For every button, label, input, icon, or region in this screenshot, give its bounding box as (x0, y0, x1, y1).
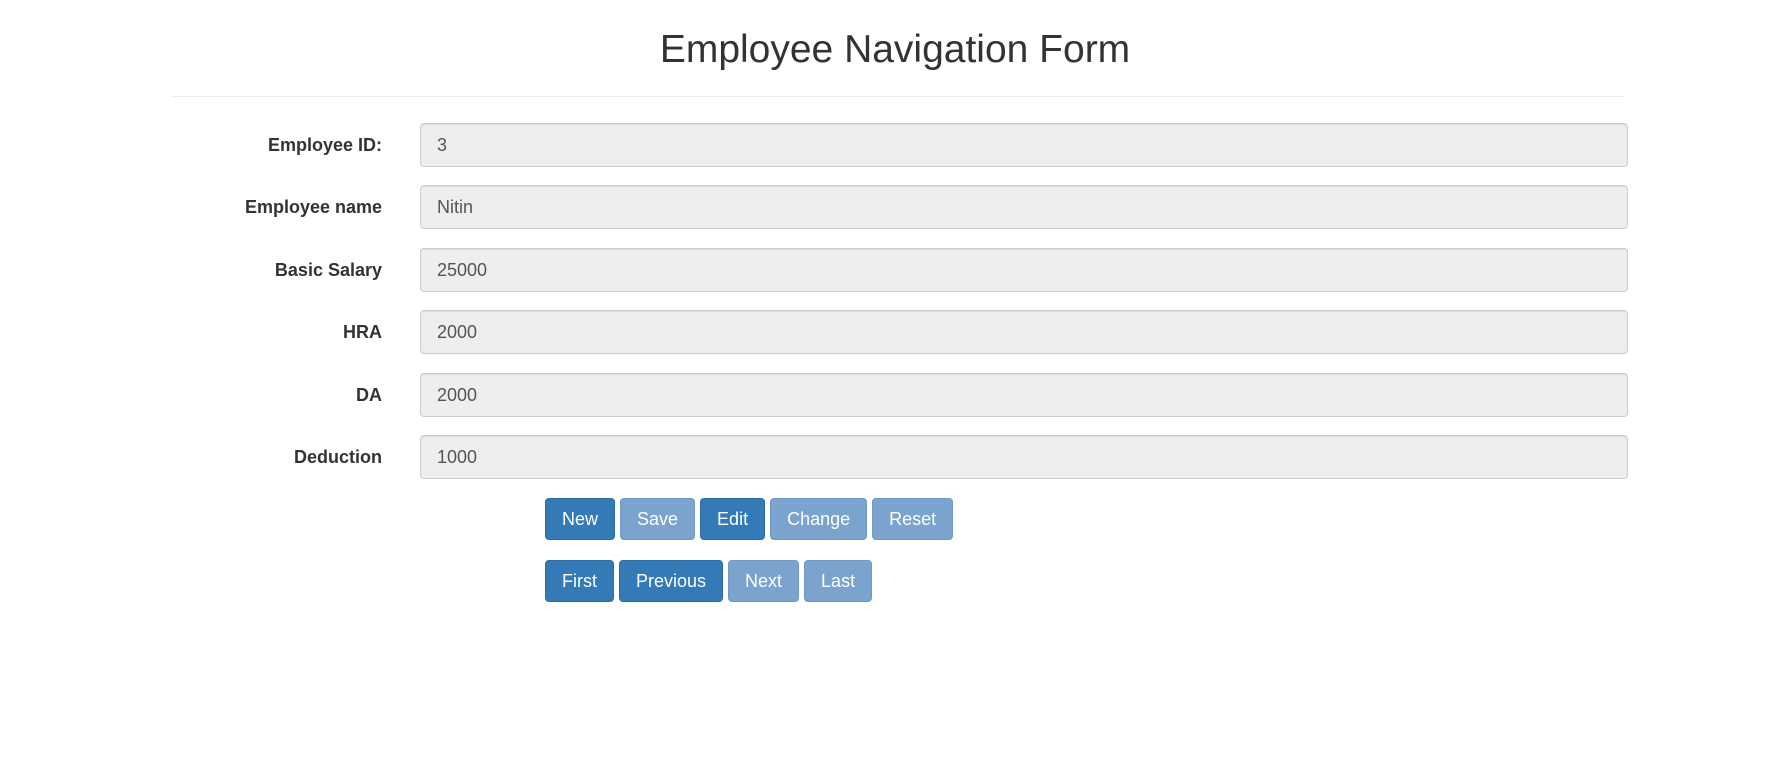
deduction-row: Deduction (0, 435, 1790, 479)
hra-label: HRA (343, 322, 382, 342)
save-button[interactable]: Save (620, 498, 696, 540)
page-title: Employee Navigation Form (659, 28, 1131, 71)
employee-id-label: Employee ID: (267, 135, 382, 155)
last-button[interactable]: Last (804, 560, 873, 602)
da-field[interactable] (420, 373, 1628, 417)
employee-id-field[interactable] (420, 123, 1628, 167)
basic-salary-label: Basic Salary (274, 260, 382, 280)
deduction-label: Deduction (294, 447, 382, 467)
page: Employee Navigation Form Employee ID: Em… (0, 0, 1790, 782)
hra-row: HRA (0, 310, 1790, 354)
title-divider (172, 96, 1624, 97)
employee-name-label: Employee name (244, 197, 382, 217)
da-row: DA (0, 373, 1790, 417)
da-label: DA (356, 385, 382, 405)
employee-name-field[interactable] (420, 185, 1628, 229)
edit-button[interactable]: Edit (700, 498, 766, 540)
first-button[interactable]: First (545, 560, 614, 602)
action-button-group: New Save Edit Change Reset (545, 498, 954, 540)
change-button[interactable]: Change (770, 498, 868, 540)
new-button[interactable]: New (545, 498, 616, 540)
reset-button[interactable]: Reset (872, 498, 954, 540)
employee-name-row: Employee name (0, 185, 1790, 229)
employee-id-row: Employee ID: (0, 123, 1790, 167)
navigation-button-group: First Previous Next Last (545, 560, 873, 602)
basic-salary-field[interactable] (420, 248, 1628, 292)
hra-field[interactable] (420, 310, 1628, 354)
next-button[interactable]: Next (728, 560, 800, 602)
deduction-field[interactable] (420, 435, 1628, 479)
basic-salary-row: Basic Salary (0, 248, 1790, 292)
previous-button[interactable]: Previous (619, 560, 724, 602)
